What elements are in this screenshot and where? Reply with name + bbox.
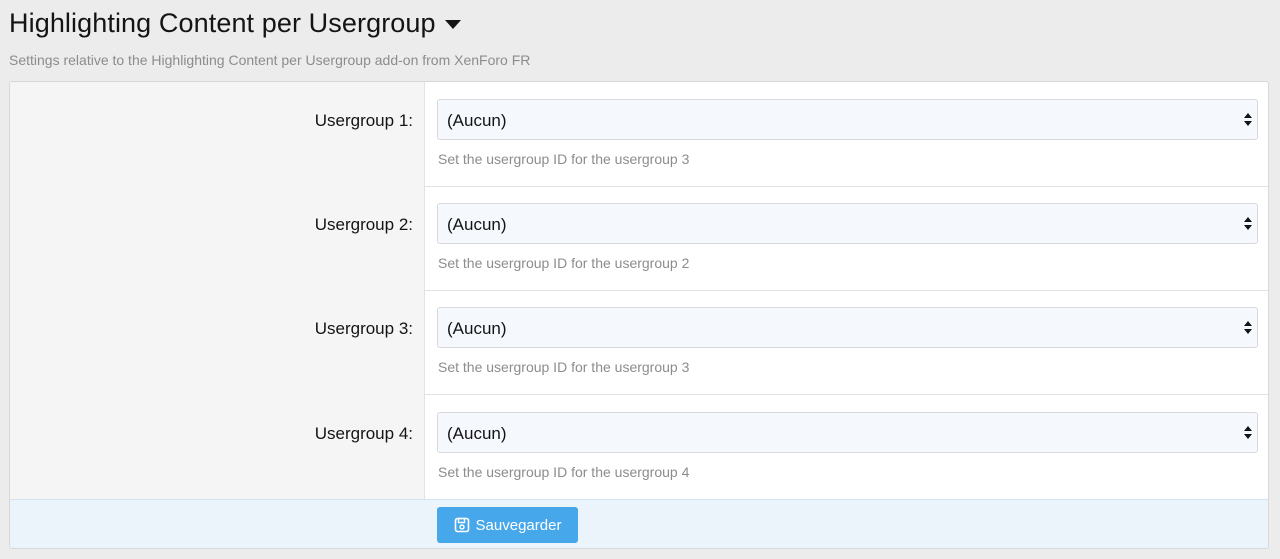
save-icon	[454, 517, 469, 533]
form-row-usergroup-1: Usergroup 1: (Aucun) Set the usergroup I…	[10, 82, 1268, 186]
usergroup-3-select[interactable]: (Aucun)	[437, 307, 1258, 348]
usergroup-4-hint: Set the usergroup ID for the usergroup 4	[438, 464, 690, 480]
select-arrows-icon	[1244, 426, 1252, 440]
usergroup-3-label: Usergroup 3:	[314, 319, 413, 338]
form-row-usergroup-3: Usergroup 3: (Aucun) Set the usergroup I…	[10, 290, 1268, 394]
select-arrows-icon	[1244, 113, 1252, 127]
caret-down-icon[interactable]	[444, 20, 461, 29]
usergroup-2-select[interactable]: (Aucun)	[437, 203, 1258, 244]
usergroup-4-select[interactable]: (Aucun)	[437, 412, 1258, 453]
select-arrows-icon	[1244, 217, 1252, 231]
usergroup-4-label: Usergroup 4:	[314, 424, 413, 443]
options-form: Usergroup 1: (Aucun) Set the usergroup I…	[9, 81, 1269, 549]
save-button[interactable]: Sauvegarder	[437, 507, 578, 543]
select-arrows-icon	[1244, 321, 1252, 335]
select-value: (Aucun)	[447, 424, 507, 443]
page-title: Highlighting Content per Usergroup	[9, 8, 436, 38]
usergroup-3-hint: Set the usergroup ID for the usergroup 3	[438, 359, 690, 375]
form-row-usergroup-2: Usergroup 2: (Aucun) Set the usergroup I…	[10, 186, 1268, 290]
usergroup-1-select[interactable]: (Aucun)	[437, 99, 1258, 140]
usergroup-1-hint: Set the usergroup ID for the usergroup 3	[438, 151, 690, 167]
usergroup-2-label: Usergroup 2:	[314, 215, 413, 234]
select-value: (Aucun)	[447, 319, 507, 338]
usergroup-2-hint: Set the usergroup ID for the usergroup 2	[438, 255, 690, 271]
usergroup-1-label: Usergroup 1:	[314, 111, 413, 130]
submit-bar: Sauvegarder	[10, 499, 1268, 548]
save-button-label: Sauvegarder	[475, 516, 562, 534]
select-value: (Aucun)	[447, 215, 507, 234]
page-description: Settings relative to the Highlighting Co…	[9, 52, 531, 68]
select-value: (Aucun)	[447, 111, 507, 130]
page-header: Highlighting Content per Usergroup	[9, 4, 461, 42]
form-row-usergroup-4: Usergroup 4: (Aucun) Set the usergroup I…	[10, 395, 1268, 499]
